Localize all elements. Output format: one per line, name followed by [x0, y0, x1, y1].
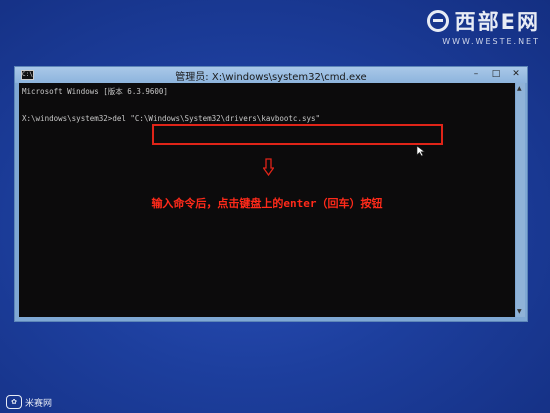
console-area[interactable]: Microsoft Windows [版本 6.3.9600] X:\windo… [19, 83, 515, 317]
vertical-scrollbar[interactable]: ▲ ▼ [516, 83, 525, 317]
brand-url: WWW.WESTE.NET [442, 37, 540, 46]
version-line: Microsoft Windows [版本 6.3.9600] [22, 87, 168, 96]
maximize-button[interactable]: □ [489, 69, 503, 80]
prompt-text: X:\windows\system32> [22, 114, 113, 123]
command-highlight-box [152, 124, 443, 145]
title-bar[interactable]: C:\ 管理员: X:\windows\system32\cmd.exe – □… [15, 67, 527, 83]
brand-name: 西部E网 [454, 10, 540, 34]
down-arrow-icon [263, 158, 274, 176]
watermark-text: 米赛网 [25, 398, 53, 409]
minimize-button[interactable]: – [469, 69, 483, 80]
brand-logo-icon [426, 10, 449, 32]
command-line: X:\windows\system32>del "C:\Windows\Syst… [22, 114, 320, 123]
bottom-watermark: ✿ 米赛网 [6, 395, 52, 409]
brand-watermark: 西部E网 WWW.WESTE.NET [426, 6, 540, 46]
mouse-cursor-icon [416, 145, 426, 157]
scroll-up-icon[interactable]: ▲ [517, 85, 522, 92]
brand-name-row: 西部E网 [426, 6, 540, 36]
command-text: del "C:\Windows\System32\drivers\kavboot… [112, 114, 321, 123]
window-title: 管理员: X:\windows\system32\cmd.exe [175, 72, 367, 83]
close-button[interactable]: ✕ [509, 69, 523, 80]
cmd-window: C:\ 管理员: X:\windows\system32\cmd.exe – □… [14, 66, 528, 322]
window-controls: – □ ✕ [469, 69, 523, 80]
scroll-down-icon[interactable]: ▼ [517, 308, 522, 315]
instruction-annotation: 输入命令后，点击键盘上的enter（回车）按钮 [151, 197, 383, 210]
watermark-logo-icon: ✿ [6, 395, 22, 409]
